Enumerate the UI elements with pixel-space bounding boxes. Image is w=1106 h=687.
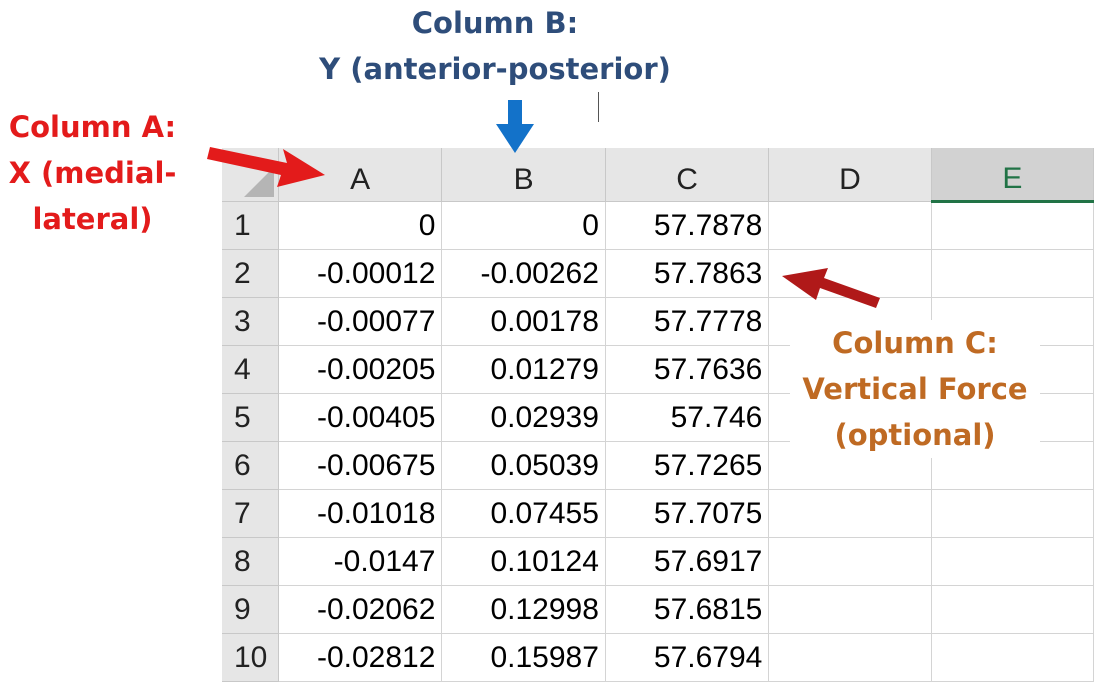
- arrow-column-a-icon: [207, 147, 325, 187]
- cell-e[interactable]: [931, 201, 1094, 250]
- row-header[interactable]: 10: [222, 633, 279, 682]
- cell-c[interactable]: 57.6917: [605, 537, 770, 586]
- cell-c[interactable]: 57.6815: [605, 585, 770, 634]
- text-cursor: [598, 92, 599, 122]
- column-header-d[interactable]: D: [768, 148, 932, 202]
- cell-b[interactable]: -0.00262: [441, 249, 606, 298]
- annotation-column-c: Column C: Vertical Force (optional): [790, 320, 1040, 458]
- cell-c[interactable]: 57.7636: [605, 345, 770, 394]
- column-header-e[interactable]: E: [931, 148, 1094, 203]
- cell-b[interactable]: 0.10124: [441, 537, 606, 586]
- cell-d[interactable]: [768, 537, 932, 586]
- cell-b[interactable]: 0.02939: [441, 393, 606, 442]
- cell-c[interactable]: 57.746: [605, 393, 770, 442]
- annotation-column-b-title: Column B:: [411, 6, 579, 40]
- cell-a[interactable]: -0.02812: [278, 633, 443, 682]
- annotation-column-c-title: Column C:: [832, 326, 998, 360]
- table-row: 2 -0.00012 -0.00262 57.7863: [222, 249, 1094, 298]
- cell-d[interactable]: [768, 585, 932, 634]
- row-header[interactable]: 8: [222, 537, 279, 586]
- cell-c[interactable]: 57.7075: [605, 489, 770, 538]
- cell-c[interactable]: 57.7778: [605, 297, 770, 346]
- cell-c[interactable]: 57.7878: [605, 201, 770, 250]
- column-header-c[interactable]: C: [605, 148, 770, 202]
- cell-b[interactable]: 0: [441, 201, 606, 250]
- cell-e[interactable]: [931, 537, 1094, 586]
- cell-e[interactable]: [931, 585, 1094, 634]
- annotation-column-a: Column A: X (medial- lateral): [0, 104, 185, 242]
- annotation-column-a-desc-1: X (medial-: [8, 156, 177, 190]
- cell-a[interactable]: -0.00077: [278, 297, 443, 346]
- arrow-column-c-icon: [782, 268, 880, 308]
- cell-b[interactable]: 0.00178: [441, 297, 606, 346]
- cell-d[interactable]: [768, 489, 932, 538]
- table-row: 9 -0.02062 0.12998 57.6815: [222, 585, 1094, 634]
- cell-a[interactable]: -0.00675: [278, 441, 443, 490]
- table-row: 7 -0.01018 0.07455 57.7075: [222, 489, 1094, 538]
- cell-d[interactable]: [768, 201, 932, 250]
- annotation-column-a-title: Column A:: [8, 110, 177, 144]
- row-header[interactable]: 3: [222, 297, 279, 346]
- table-row: 10 -0.02812 0.15987 57.6794: [222, 633, 1094, 682]
- cell-a[interactable]: -0.0147: [278, 537, 443, 586]
- cell-b[interactable]: 0.15987: [441, 633, 606, 682]
- cell-d[interactable]: [768, 633, 932, 682]
- cell-b[interactable]: 0.07455: [441, 489, 606, 538]
- row-header[interactable]: 4: [222, 345, 279, 394]
- cell-a[interactable]: 0: [278, 201, 443, 250]
- arrow-column-b-icon: [496, 100, 534, 153]
- row-header[interactable]: 5: [222, 393, 279, 442]
- cell-a[interactable]: -0.00012: [278, 249, 443, 298]
- table-row: 1 0 0 57.7878: [222, 201, 1094, 250]
- table-row: 8 -0.0147 0.10124 57.6917: [222, 537, 1094, 586]
- cell-e[interactable]: [931, 489, 1094, 538]
- cell-c[interactable]: 57.7265: [605, 441, 770, 490]
- cell-a[interactable]: -0.01018: [278, 489, 443, 538]
- row-header[interactable]: 9: [222, 585, 279, 634]
- row-header[interactable]: 1: [222, 201, 279, 250]
- cell-b[interactable]: 0.05039: [441, 441, 606, 490]
- row-header[interactable]: 2: [222, 249, 279, 298]
- column-header-row: A B C D E: [222, 148, 1094, 203]
- cell-e[interactable]: [931, 249, 1094, 298]
- annotation-column-b-desc: Y (anterior-posterior): [319, 52, 671, 86]
- row-header[interactable]: 7: [222, 489, 279, 538]
- column-header-b[interactable]: B: [441, 148, 606, 202]
- row-header[interactable]: 6: [222, 441, 279, 490]
- cell-b[interactable]: 0.01279: [441, 345, 606, 394]
- cell-b[interactable]: 0.12998: [441, 585, 606, 634]
- cell-a[interactable]: -0.00405: [278, 393, 443, 442]
- annotation-column-c-desc-1: Vertical Force: [802, 372, 1028, 406]
- annotation-column-a-desc-2: lateral): [32, 202, 153, 236]
- cell-e[interactable]: [931, 633, 1094, 682]
- cell-a[interactable]: -0.00205: [278, 345, 443, 394]
- annotation-column-b: Column B: Y (anterior-posterior): [300, 0, 690, 92]
- annotation-column-c-desc-2: (optional): [834, 418, 996, 452]
- cell-c[interactable]: 57.7863: [605, 249, 770, 298]
- cell-a[interactable]: -0.02062: [278, 585, 443, 634]
- cell-c[interactable]: 57.6794: [605, 633, 770, 682]
